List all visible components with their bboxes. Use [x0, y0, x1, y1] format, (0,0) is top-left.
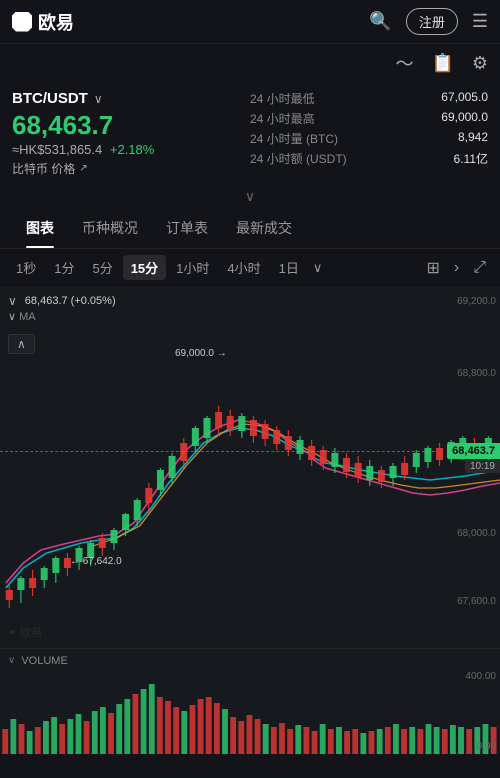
- stat-value-1: 69,000.0: [441, 110, 488, 127]
- current-price-label: 68,463.7: [447, 443, 500, 459]
- tab-chart[interactable]: 图表: [12, 208, 68, 248]
- stat-label-0: 24 小时最低: [250, 90, 315, 107]
- hk-price-value: ≈HK$531,865.4: [12, 142, 102, 157]
- period-dropdown[interactable]: ∨: [309, 257, 327, 279]
- stat-row-1: 24 小时最高 69,000.0: [250, 110, 488, 127]
- change-pct: +2.18%: [110, 142, 154, 157]
- y-label-5: 67,600.0: [457, 596, 496, 607]
- btc-label: 比特币 价格: [12, 160, 75, 177]
- period-1m[interactable]: 1分: [46, 255, 82, 280]
- price-section: BTC/USDT ∨ 68,463.7 ≈HK$531,865.4 +2.18%…: [0, 82, 500, 185]
- volume-header: ∨ VOLUME: [0, 653, 500, 669]
- sub-header: 〜 📋 ⚙: [0, 44, 500, 82]
- tab-trades[interactable]: 最新成交: [222, 208, 306, 248]
- chart-price-info: 68,463.7 (+0.05%): [25, 295, 116, 307]
- search-icon[interactable]: 🔍: [369, 11, 391, 32]
- price-left: BTC/USDT ∨ 68,463.7 ≈HK$531,865.4 +2.18%…: [12, 90, 250, 177]
- period-15m[interactable]: 15分: [123, 255, 166, 280]
- logo-icon: [12, 12, 32, 32]
- stat-value-3: 6.11亿: [454, 150, 488, 167]
- chevron-down-icon: ∨: [245, 188, 255, 205]
- tab-orderbook[interactable]: 订单表: [152, 208, 222, 248]
- stat-row-2: 24 小时量 (BTC) 8,942: [250, 130, 488, 147]
- register-button[interactable]: 注册: [406, 8, 458, 35]
- annotation-low: ← 67,642.0: [70, 556, 122, 567]
- chart-info-row: ∨ 68,463.7 (+0.05%): [8, 294, 116, 308]
- main-price: 68,463.7: [12, 111, 250, 140]
- volume-chart-container: 400.00 0.00: [0, 669, 500, 754]
- current-price-line: [0, 451, 435, 452]
- volume-title: VOLUME: [21, 655, 67, 667]
- stat-label-3: 24 小时额 (USDT): [250, 150, 347, 167]
- vol-y-top: 400.00: [465, 671, 496, 682]
- main-chart: 69,200.0 68,800.0 68,463.7 68,000.0 67,6…: [0, 288, 500, 648]
- collapse-row[interactable]: ∨: [0, 185, 500, 208]
- stat-row-3: 24 小时额 (USDT) 6.11亿: [250, 150, 488, 167]
- menu-icon[interactable]: ☰: [472, 11, 488, 32]
- logo-text: 欧易: [38, 9, 74, 35]
- stat-label-2: 24 小时量 (BTC): [250, 130, 338, 147]
- period-5m[interactable]: 5分: [84, 255, 120, 280]
- y-label-1: 69,200.0: [457, 296, 496, 307]
- y-label-4: 68,000.0: [457, 528, 496, 539]
- fullscreen-icon[interactable]: ⤢: [467, 256, 492, 280]
- tabs-row: 图表 币种概况 订单表 最新成交: [0, 208, 500, 249]
- tab-overview[interactable]: 币种概况: [68, 208, 152, 248]
- pulse-icon[interactable]: 〜: [395, 50, 413, 76]
- current-time-label: 10:19: [465, 460, 500, 473]
- stat-value-2: 8,942: [458, 130, 488, 147]
- price-stats: 24 小时最低 67,005.0 24 小时最高 69,000.0 24 小时量…: [250, 90, 488, 177]
- pair-row: BTC/USDT ∨: [12, 90, 250, 107]
- annotation-high: 69,000.0 →: [175, 348, 227, 359]
- stat-label-1: 24 小时最高: [250, 110, 315, 127]
- stat-value-0: 67,005.0: [441, 90, 488, 107]
- external-link-icon: ↗: [79, 163, 87, 174]
- period-4h[interactable]: 4小时: [219, 255, 268, 280]
- indicators-icon[interactable]: ⊞: [420, 255, 445, 281]
- period-1d[interactable]: 1日: [271, 255, 307, 280]
- period-row: 1秒 1分 5分 15分 1小时 4小时 1日 ∨ ⊞ › ⤢: [0, 249, 500, 288]
- document-icon[interactable]: 📋: [431, 53, 453, 74]
- period-1h[interactable]: 1小时: [168, 255, 217, 280]
- vol-y-bottom: 0.00: [477, 741, 496, 752]
- stat-row-0: 24 小时最低 67,005.0: [250, 90, 488, 107]
- hk-price: ≈HK$531,865.4 +2.18%: [12, 142, 250, 157]
- volume-collapse-icon[interactable]: ∨: [8, 655, 15, 666]
- volume-section: ∨ VOLUME 400.00 0.00: [0, 648, 500, 754]
- btc-link[interactable]: 比特币 价格 ↗: [12, 160, 250, 177]
- ma-label: ∨ MA: [8, 311, 36, 323]
- collapse-chart-button[interactable]: ∧: [8, 334, 35, 354]
- settings-icon[interactable]: ⚙: [472, 53, 488, 74]
- pair-name[interactable]: BTC/USDT: [12, 90, 88, 107]
- header: 欧易 🔍 注册 ☰: [0, 0, 500, 44]
- header-right: 🔍 注册 ☰: [369, 8, 488, 35]
- volume-svg: [0, 669, 500, 754]
- candlestick-chart: [0, 288, 500, 648]
- chart-ma-row: ∨ MA: [8, 310, 36, 323]
- logo: 欧易: [12, 9, 74, 35]
- pair-dropdown-icon[interactable]: ∨: [94, 92, 103, 106]
- expand-icon[interactable]: ›: [448, 256, 465, 280]
- period-1s[interactable]: 1秒: [8, 255, 44, 280]
- y-label-2: 68,800.0: [457, 368, 496, 379]
